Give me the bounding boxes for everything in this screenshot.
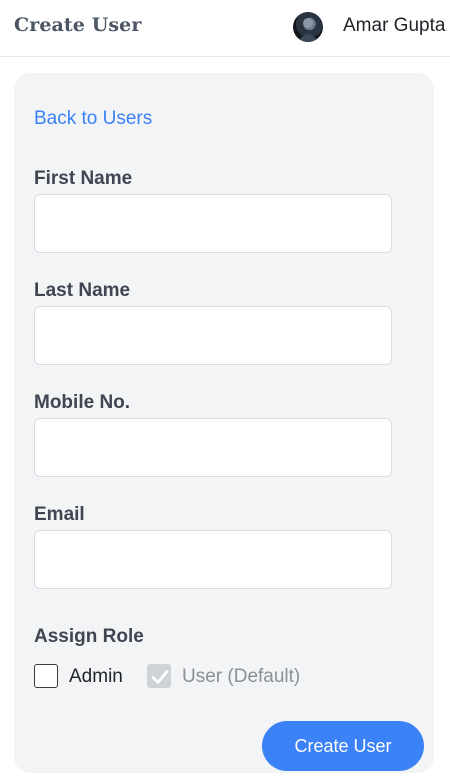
user-default-checkbox <box>147 664 171 688</box>
first-name-label: First Name <box>34 168 133 189</box>
check-icon <box>151 670 169 684</box>
user-avatar-icon <box>298 18 318 42</box>
page-title: Create User <box>14 14 142 36</box>
mobile-field[interactable] <box>34 418 392 477</box>
admin-checkbox[interactable] <box>34 664 58 688</box>
last-name-field[interactable] <box>34 306 392 365</box>
first-name-field[interactable] <box>34 194 392 253</box>
assign-role-label: Assign Role <box>34 626 144 647</box>
avatar[interactable] <box>293 12 323 42</box>
last-name-label: Last Name <box>34 280 131 301</box>
back-to-users-link[interactable]: Back to Users <box>34 108 152 130</box>
user-default-label: User (Default) <box>182 666 301 687</box>
top-bar: Create User Amar Gupta <box>0 0 450 57</box>
email-label: Email <box>34 504 85 525</box>
create-user-button[interactable]: Create User <box>262 721 424 771</box>
admin-label[interactable]: Admin <box>69 666 123 688</box>
mobile-label: Mobile No. <box>34 392 131 413</box>
email-field[interactable] <box>34 530 392 589</box>
user-name[interactable]: Amar Gupta <box>343 15 445 37</box>
